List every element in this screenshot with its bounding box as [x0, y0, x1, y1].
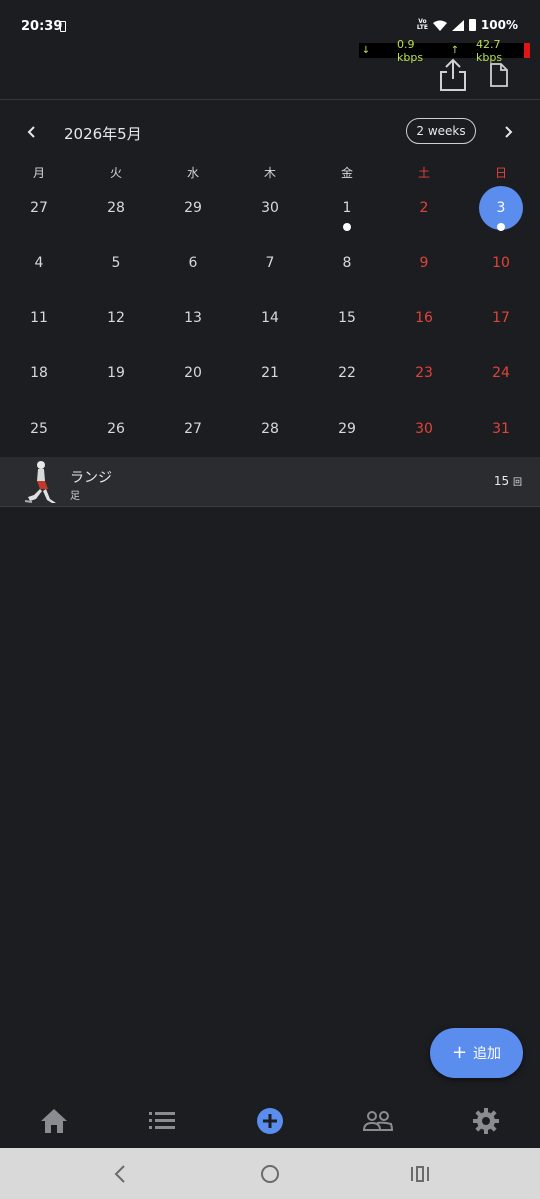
system-navigation-bar [0, 1148, 540, 1199]
calendar-day[interactable]: 28 [245, 414, 295, 444]
bottom-navigation [0, 1094, 540, 1148]
calendar-day[interactable]: 12 [91, 303, 141, 333]
calendar-day[interactable]: 29 [168, 193, 218, 223]
weekday-label: 木 [263, 166, 276, 180]
calendar-day[interactable]: 23 [399, 358, 449, 388]
calendar-day[interactable]: 31 [476, 414, 526, 444]
weekday-label: 金 [340, 166, 353, 180]
weekday-label: 日 [494, 166, 507, 180]
event-dot [343, 223, 351, 231]
list-icon[interactable] [147, 1106, 177, 1136]
weekday-label: 水 [186, 166, 199, 180]
status-icons: Vo LTE 100% [417, 18, 518, 32]
calendar-day[interactable]: 4 [14, 248, 64, 278]
share-icon[interactable] [438, 58, 468, 96]
calendar-day[interactable]: 14 [245, 303, 295, 333]
recents-icon[interactable] [408, 1162, 432, 1186]
calendar-day[interactable]: 9 [399, 248, 449, 278]
wifi-icon [432, 20, 447, 31]
calendar-day[interactable]: 26 [91, 414, 141, 444]
calendar-day[interactable]: 15 [322, 303, 372, 333]
network-speed-meter: ↓ 0.9 kbps ↑ 42.7 kbps [359, 38, 530, 64]
calendar-day[interactable]: 11 [14, 303, 64, 333]
calendar-day[interactable]: 10 [476, 248, 526, 278]
home-icon[interactable] [39, 1106, 69, 1136]
back-icon[interactable] [108, 1162, 132, 1186]
calendar-day[interactable]: 30 [399, 414, 449, 444]
download-arrow-icon: ↓ [361, 45, 371, 56]
view-toggle-button[interactable]: 2 weeks [406, 118, 476, 144]
toolbar-divider [0, 99, 540, 100]
calendar-day[interactable]: 8 [322, 248, 372, 278]
calendar-day[interactable]: 22 [322, 358, 372, 388]
calendar-day[interactable]: 1 [322, 193, 372, 223]
calendar-day[interactable]: 25 [14, 414, 64, 444]
calendar-day[interactable]: 6 [168, 248, 218, 278]
calendar-day[interactable]: 5 [91, 248, 141, 278]
calendar-day[interactable]: 13 [168, 303, 218, 333]
exercise-count: 15 回 [493, 474, 522, 488]
volte-icon: Vo LTE [416, 18, 428, 31]
calendar-day[interactable]: 3 [476, 193, 526, 223]
calendar-day[interactable]: 27 [168, 414, 218, 444]
battery-percent: 100% [480, 18, 518, 32]
calendar-day[interactable]: 16 [399, 303, 449, 333]
event-dot [497, 223, 505, 231]
next-month-button[interactable] [498, 122, 518, 142]
calendar-day[interactable]: 27 [14, 193, 64, 223]
document-icon[interactable] [489, 63, 509, 91]
prev-month-button[interactable] [22, 122, 42, 142]
status-time: 20:39 [21, 19, 63, 34]
people-icon[interactable] [363, 1106, 393, 1136]
add-circle-icon[interactable] [255, 1106, 285, 1136]
upload-speed: 42.7 kbps [475, 37, 503, 64]
settings-icon[interactable] [471, 1106, 501, 1136]
calendar-day[interactable]: 30 [245, 193, 295, 223]
battery-saver-icon [60, 21, 66, 32]
calendar-day[interactable]: 28 [91, 193, 141, 223]
weekday-label: 土 [417, 166, 430, 180]
weekday-label: 火 [109, 166, 122, 180]
signal-icon [451, 19, 464, 31]
upload-arrow-icon: ↑ [450, 45, 460, 56]
weekday-label: 月 [32, 166, 45, 180]
calendar-day[interactable]: 24 [476, 358, 526, 388]
calendar-day[interactable]: 21 [245, 358, 295, 388]
battery-icon [468, 19, 476, 31]
calendar-day[interactable]: 20 [168, 358, 218, 388]
exercise-body-part: 足 [70, 491, 80, 502]
exercise-list-item[interactable]: ランジ 足 15 回 [0, 457, 540, 507]
download-speed: 0.9 kbps [396, 37, 424, 64]
add-button-label: 追加 [473, 1046, 502, 1062]
meter-indicator [524, 43, 530, 58]
status-bar: 20:39 Vo LTE 100% ↓ 0.9 kbps ↑ 42.7 kbps [0, 0, 540, 64]
calendar-day[interactable]: 17 [476, 303, 526, 333]
month-title: 2026年5月 [64, 125, 142, 143]
home-circle-icon[interactable] [258, 1162, 282, 1186]
lunge-exercise-thumbnail [24, 461, 56, 503]
calendar-day[interactable]: 7 [245, 248, 295, 278]
add-button[interactable]: + 追加 [430, 1028, 523, 1078]
calendar-day[interactable]: 2 [399, 193, 449, 223]
weekday-header: 月 火 水 木 金 土 日 [0, 164, 540, 184]
calendar-day[interactable]: 29 [322, 414, 372, 444]
plus-icon: + [451, 1042, 468, 1063]
calendar-day[interactable]: 19 [91, 358, 141, 388]
calendar-day[interactable]: 18 [14, 358, 64, 388]
exercise-name: ランジ [70, 470, 112, 486]
